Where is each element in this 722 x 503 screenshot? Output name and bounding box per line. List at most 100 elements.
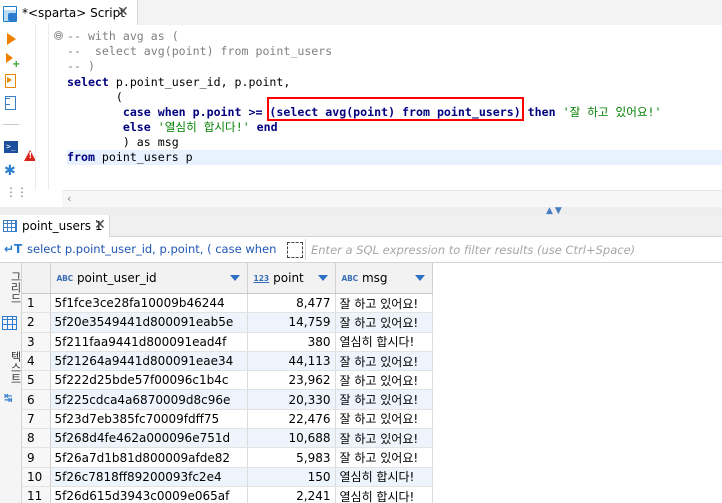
cell-msg[interactable]: 잘 하고 있어요! [335, 447, 433, 468]
code-line-9-current[interactable]: from point_users p [67, 150, 722, 165]
code-line-1[interactable]: -- with avg as ( [67, 29, 179, 44]
cell-msg[interactable]: 잘 하고 있어요! [335, 428, 433, 449]
cell-point-user-id[interactable]: 5f1fce3ce28fa10009b46244 [50, 293, 248, 314]
editor-margin-line [48, 25, 49, 190]
cell-msg[interactable]: 열심히 합시다! [335, 332, 433, 352]
cell-msg[interactable]: 잘 하고 있어요! [335, 370, 433, 391]
cell-point-user-id[interactable]: 5f26d615d3943c0009e065af [50, 486, 248, 503]
side-tab-grid[interactable]: 그리드 [1, 271, 22, 304]
close-icon[interactable]: ✕ [117, 4, 129, 20]
side-tab-text[interactable]: 텍스트 [1, 351, 22, 384]
grid-view-icon[interactable] [2, 316, 17, 330]
cell-msg[interactable]: 잘 하고 있어요! [335, 389, 433, 410]
explain-plan-icon[interactable] [3, 95, 19, 111]
results-tab-bar: point_users 1 ✕ [0, 215, 722, 237]
cell-msg[interactable]: 열심히 합시다! [335, 486, 433, 503]
cell-msg[interactable]: 잘 하고 있어요! [335, 409, 433, 430]
column-header-point-user-id[interactable]: ABC point_user_id [50, 263, 248, 294]
numeric-type-icon: 123 [253, 273, 270, 283]
filter-bar: ↵T select p.point_user_id, p.point, ( ca… [0, 237, 722, 263]
scroll-left-icon[interactable]: ‹ [67, 192, 71, 205]
cell-point-user-id[interactable]: 5f23d7eb385fc70009fdff75 [50, 409, 248, 430]
keyword-then: then [520, 105, 563, 119]
cell-msg[interactable]: 잘 하고 있어요! [335, 312, 433, 333]
row-number: 6 [22, 389, 51, 410]
fold-collapse-icon[interactable]: ⊖ [54, 31, 63, 40]
cell-point-user-id[interactable]: 5f268d4fe462a000096e751d [50, 428, 248, 449]
cell-point[interactable]: 14,759 [247, 312, 336, 333]
column-header-point[interactable]: 123 point [247, 263, 336, 294]
cell-point[interactable]: 22,476 [247, 409, 336, 430]
cell-msg[interactable]: 잘 하고 있어요! [335, 351, 433, 372]
code-line-7[interactable]: else '열심히 합시다!' end [67, 120, 278, 135]
cell-point-user-id[interactable]: 5f225cdca4a6870009d8c96e [50, 389, 248, 410]
code-line-8[interactable]: ) as msg [67, 135, 179, 150]
cell-point[interactable]: 380 [247, 332, 336, 352]
code-line-3[interactable]: -- ) [67, 59, 95, 74]
cell-point-user-id[interactable]: 5f26c7818ff89200093fc2e4 [50, 467, 248, 487]
result-grid[interactable]: ABC point_user_id 123 point ABC msg 1 5f1fce… [22, 263, 722, 503]
column-filter-icon[interactable] [317, 275, 328, 281]
table-row[interactable]: 6 5f225cdca4a6870009d8c96e 20,330 잘 하고 있어요! [22, 389, 433, 410]
table-row[interactable]: 1 5f1fce3ce28fa10009b46244 8,477 잘 하고 있어요! [22, 293, 433, 314]
table-row[interactable]: 4 5f21264a9441d800091eae34 44,113 잘 하고 있어요! [22, 351, 433, 372]
editor-horizontal-scrollbar[interactable]: ‹ [62, 190, 722, 207]
sql-query-icon: ↵T [4, 242, 23, 256]
column-filter-icon[interactable] [414, 275, 425, 281]
cell-point[interactable]: 44,113 [247, 351, 336, 372]
cell-point[interactable]: 20,330 [247, 389, 336, 410]
cell-point[interactable]: 10,688 [247, 428, 336, 449]
splitter-grip-icon[interactable]: ▲▼ [546, 207, 564, 216]
cell-point-user-id[interactable]: 5f20e3549441d800091eab5e [50, 312, 248, 333]
panel-splitter[interactable]: ▲▼ [0, 207, 722, 216]
expand-filter-icon[interactable] [286, 241, 303, 258]
row-number-header[interactable] [22, 263, 51, 294]
execute-statement-icon[interactable] [3, 31, 19, 47]
cell-point-user-id[interactable]: 5f21264a9441d800091eae34 [50, 351, 248, 372]
keyword-select: select [67, 75, 109, 89]
table-row[interactable]: 3 5f211faa9441d800091ead4f 380 열심히 합시다! [22, 332, 433, 352]
keyword-else: else [67, 120, 158, 134]
text-type-icon: ABC [341, 273, 359, 283]
cell-msg[interactable]: 잘 하고 있어요! [335, 293, 433, 314]
settings-icon[interactable]: ✱ [3, 163, 19, 179]
execute-in-new-tab-icon[interactable]: + [3, 52, 20, 70]
text-view-icon[interactable]: ↹ [4, 393, 12, 404]
column-header-msg[interactable]: ABC msg [335, 263, 433, 294]
results-side-tabs: 그리드 텍스트 ↹ [0, 263, 22, 503]
column-name: point [273, 271, 304, 285]
table-row[interactable]: 9 5f26a7d1b81d800009afde82 5,983 잘 하고 있어요! [22, 447, 433, 468]
table-row[interactable]: 10 5f26c7818ff89200093fc2e4 150 열심히 합시다! [22, 467, 433, 487]
cell-point[interactable]: 8,477 [247, 293, 336, 314]
table-row[interactable]: 8 5f268d4fe462a000096e751d 10,688 잘 하고 있어요! [22, 428, 433, 449]
execute-script-icon[interactable] [3, 73, 19, 89]
code-line-2[interactable]: -- select avg(point) from point_users [67, 44, 332, 59]
cell-point-user-id[interactable]: 5f211faa9441d800091ead4f [50, 332, 248, 352]
code-line-5[interactable]: ( [67, 90, 123, 105]
table-row[interactable]: 5 5f222d25bde57f00096c1b4c 23,962 잘 하고 있어요! [22, 370, 433, 391]
column-filter-icon[interactable] [229, 275, 240, 281]
cell-point[interactable]: 5,983 [247, 447, 336, 468]
table-row[interactable]: 2 5f20e3549441d800091eab5e 14,759 잘 하고 있어요! [22, 312, 433, 333]
table-row[interactable]: 7 5f23d7eb385fc70009fdff75 22,476 잘 하고 있어요! [22, 409, 433, 430]
filter-query-text[interactable]: select p.point_user_id, p.point, ( case … [27, 242, 280, 258]
cell-point[interactable]: 23,962 [247, 370, 336, 391]
filter-input[interactable] [305, 239, 722, 260]
row-number: 3 [22, 332, 51, 352]
more-icon[interactable]: ⋮⋮ [3, 185, 28, 201]
row-number: 11 [22, 486, 51, 503]
cell-point[interactable]: 2,241 [247, 486, 336, 503]
string-literal-good: '잘 하고 있어요!' [562, 105, 662, 119]
keyword-end: end [249, 120, 278, 134]
output-console-icon[interactable]: >_ [3, 139, 19, 155]
table-row[interactable]: 11 5f26d615d3943c0009e065af 2,241 열심히 합시다! [22, 486, 433, 503]
results-tab[interactable]: point_users 1 ✕ [0, 215, 110, 237]
cell-point-user-id[interactable]: 5f26a7d1b81d800009afde82 [50, 447, 248, 468]
row-number: 7 [22, 409, 51, 430]
cell-point-user-id[interactable]: 5f222d25bde57f00096c1b4c [50, 370, 248, 391]
cell-msg[interactable]: 열심히 합시다! [335, 467, 433, 487]
close-icon[interactable]: ✕ [94, 217, 106, 233]
code-line-4[interactable]: select p.point_user_id, p.point, [67, 75, 290, 90]
editor-tab-script[interactable]: *<sparta> Script ✕ [0, 0, 138, 25]
cell-point[interactable]: 150 [247, 467, 336, 487]
